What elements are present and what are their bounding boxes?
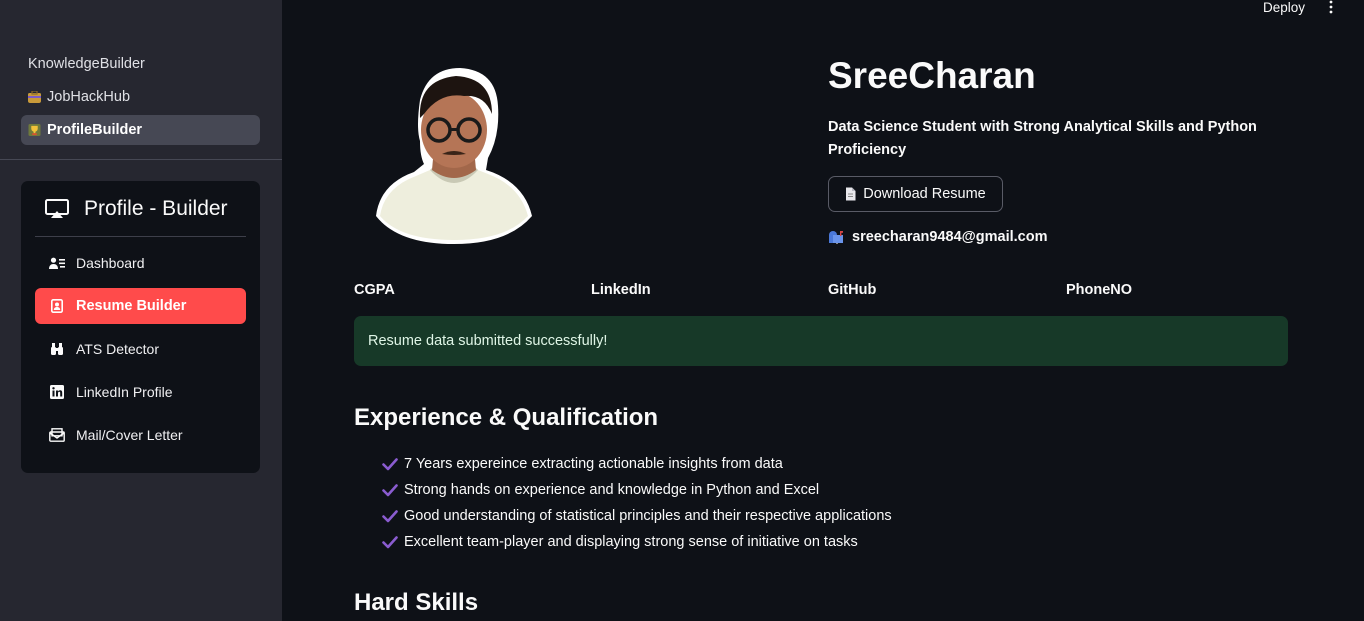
- download-resume-label: Download Resume: [863, 186, 986, 202]
- sidebar: KnowledgeBuilder JobHackHub ProfileBuild…: [0, 0, 282, 621]
- experience-heading: Experience & Qualification: [354, 404, 659, 431]
- check-icon: [382, 484, 398, 497]
- stat-phone: PhoneNO: [1066, 282, 1133, 298]
- trophy-emoji-icon: [28, 124, 41, 136]
- list-item: Good understanding of statistical princi…: [382, 503, 892, 529]
- nav-link-label: ProfileBuilder: [47, 122, 143, 138]
- download-resume-button[interactable]: Download Resume: [828, 176, 1003, 212]
- menu-item-dashboard[interactable]: Dashboard: [35, 245, 246, 281]
- stat-cgpa: CGPA: [354, 282, 395, 298]
- list-item: Excellent team-player and displaying str…: [382, 529, 892, 555]
- hard-skills-heading: Hard Skills: [354, 589, 479, 616]
- nav-link-jobhackhub[interactable]: JobHackHub: [21, 82, 260, 112]
- menu-item-linkedin-profile[interactable]: LinkedIn Profile: [35, 374, 246, 410]
- nav-link-profilebuilder[interactable]: ProfileBuilder: [21, 115, 260, 145]
- success-alert-message: Resume data submitted successfully!: [368, 333, 608, 349]
- briefcase-emoji-icon: [28, 91, 41, 103]
- check-icon: [382, 536, 398, 549]
- list-item: Strong hands on experience and knowledge…: [382, 477, 892, 503]
- person-lines-icon: [49, 257, 65, 269]
- profile-photo-illustration: [376, 68, 532, 244]
- list-item-text: Strong hands on experience and knowledge…: [404, 482, 820, 498]
- menu-item-resume-builder[interactable]: Resume Builder: [35, 288, 246, 324]
- stat-github: GitHub: [828, 282, 877, 298]
- nav-link-label: JobHackHub: [47, 89, 131, 105]
- profile-photo: [368, 66, 536, 244]
- menu-title-text: Profile - Builder: [84, 196, 228, 220]
- binoculars-icon: [51, 343, 63, 355]
- menu-title: Profile - Builder: [21, 181, 260, 236]
- envelope-paper-icon: [49, 428, 65, 442]
- menu-item-mail-cover-letter[interactable]: Mail/Cover Letter: [35, 417, 246, 453]
- deploy-button[interactable]: Deploy: [1263, 0, 1305, 15]
- option-menu: Profile - Builder Dashboard Resume Build…: [21, 181, 260, 473]
- list-item: 7 Years expereince extracting actionable…: [382, 451, 892, 477]
- menu-item-label: LinkedIn Profile: [76, 384, 173, 400]
- experience-list: 7 Years expereince extracting actionable…: [382, 451, 892, 555]
- profile-tagline: Data Science Student with Strong Analyti…: [828, 119, 1257, 158]
- badge-icon: [51, 299, 63, 313]
- nav-link-knowledgebuilder[interactable]: KnowledgeBuilder: [21, 49, 260, 79]
- success-alert: Resume data submitted successfully!: [354, 316, 1288, 366]
- email-address[interactable]: sreecharan9484@gmail.com: [852, 229, 1048, 245]
- check-icon: [382, 458, 398, 471]
- document-icon: [846, 187, 856, 201]
- sidebar-divider: [0, 159, 282, 160]
- stat-linkedin: LinkedIn: [591, 282, 651, 298]
- menu-item-label: Resume Builder: [76, 298, 187, 314]
- list-item-text: 7 Years expereince extracting actionable…: [404, 456, 783, 472]
- nav-link-label: KnowledgeBuilder: [28, 56, 145, 72]
- airplay-icon: [45, 198, 69, 218]
- menu-item-label: Mail/Cover Letter: [76, 427, 183, 443]
- profile-name: SreeCharan: [828, 55, 1036, 96]
- menu-item-label: Dashboard: [76, 255, 145, 271]
- list-item-text: Good understanding of statistical princi…: [404, 508, 892, 524]
- page-nav: KnowledgeBuilder JobHackHub ProfileBuild…: [21, 49, 260, 148]
- list-item-text: Excellent team-player and displaying str…: [404, 534, 858, 550]
- menu-item-label: ATS Detector: [76, 341, 159, 357]
- mailbox-icon: [829, 231, 843, 244]
- check-icon: [382, 510, 398, 523]
- linkedin-icon: [50, 385, 64, 399]
- email-row: sreecharan9484@gmail.com: [828, 229, 1048, 245]
- menu-item-ats-detector[interactable]: ATS Detector: [35, 331, 246, 367]
- kebab-menu-icon[interactable]: [1326, 0, 1336, 14]
